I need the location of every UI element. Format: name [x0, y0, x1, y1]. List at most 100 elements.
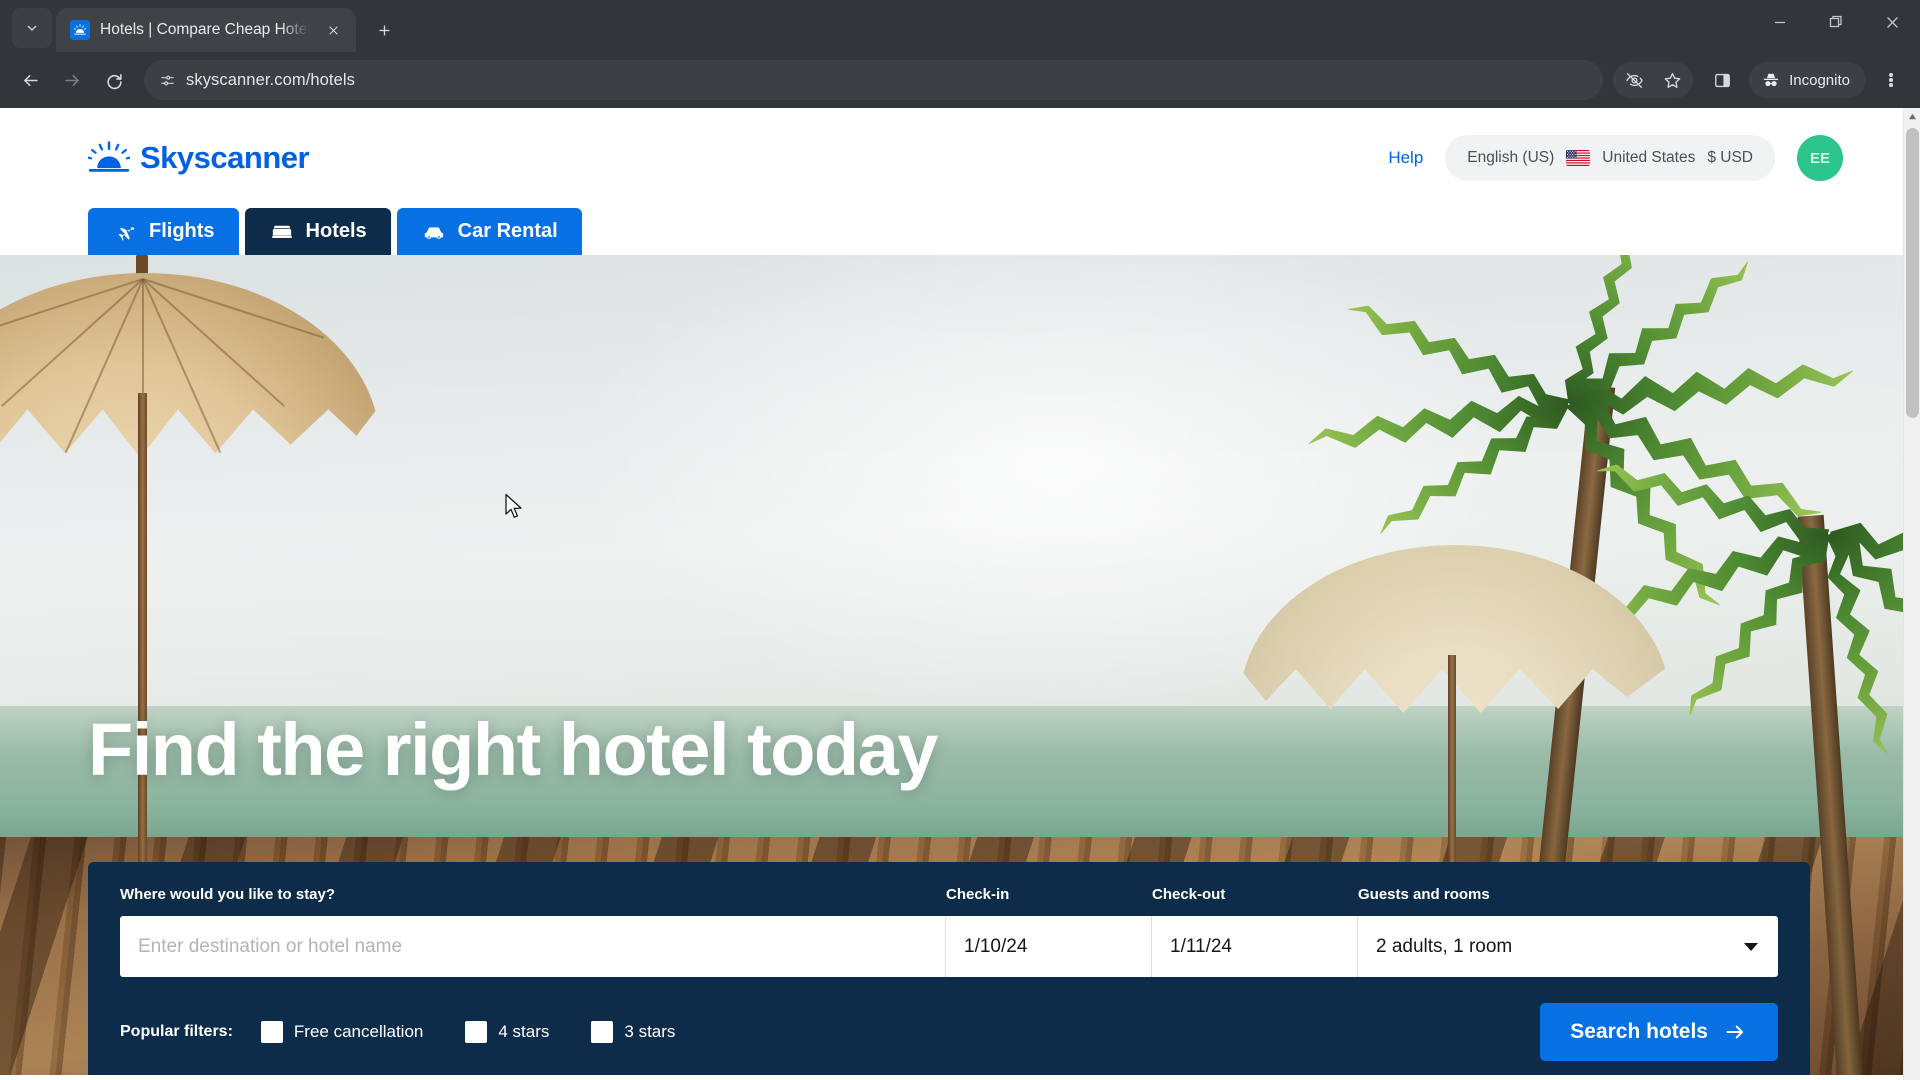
language-label: English (US): [1467, 149, 1555, 166]
tab-label: Car Rental: [457, 220, 558, 242]
new-tab-button[interactable]: [366, 12, 402, 48]
kebab-menu-icon: [1889, 71, 1893, 88]
checkin-label: Check-in: [946, 886, 1010, 903]
toolbar-icon-group: [1613, 62, 1694, 98]
popular-filters-row: Popular filters: Free cancellation 4 sta…: [120, 1003, 1778, 1061]
filter-free-cancellation[interactable]: Free cancellation: [260, 1021, 424, 1043]
tab-label: Flights: [149, 220, 215, 242]
browser-window: Hotels | Compare Cheap Hotel skyscanner.…: [0, 0, 1920, 1080]
browser-tab[interactable]: Hotels | Compare Cheap Hotel: [56, 8, 356, 52]
reload-icon: [106, 73, 122, 89]
hero-headline: Find the right hotel today: [88, 708, 938, 791]
reload-button[interactable]: [94, 60, 134, 100]
minimize-button[interactable]: [1752, 0, 1808, 44]
filter-4-stars[interactable]: 4 stars: [465, 1021, 549, 1043]
checkbox-icon[interactable]: [465, 1021, 488, 1043]
user-avatar[interactable]: EE: [1797, 135, 1843, 181]
chevron-down-icon: [27, 25, 37, 32]
guests-value: 2 adults, 1 room: [1376, 935, 1513, 957]
vertical-nav-tabs: Flights Hotels Car Rental: [0, 208, 1903, 255]
search-field-labels: Where would you like to stay? Check-in C…: [120, 886, 1778, 903]
destination-field[interactable]: [120, 916, 946, 977]
checkbox-icon[interactable]: [591, 1021, 614, 1043]
checkout-label: Check-out: [1152, 886, 1226, 903]
restore-icon: [1829, 15, 1842, 28]
incognito-hat-icon: [1763, 73, 1779, 87]
tab-label: Hotels: [305, 220, 367, 242]
tab-close-button[interactable]: [320, 17, 346, 43]
bookmark-button[interactable]: [1653, 62, 1691, 98]
currency-label: $ USD: [1707, 149, 1753, 166]
toolbar-right-actions: Incognito: [1613, 60, 1910, 100]
incognito-label: Incognito: [1789, 71, 1850, 89]
search-fields-row: 1/10/24 1/11/24 2 adults, 1 room: [120, 916, 1778, 977]
skyscanner-logo[interactable]: Skyscanner: [88, 140, 310, 176]
scrollbar-up-button[interactable]: [1904, 108, 1920, 125]
car-icon: [424, 226, 443, 239]
arrow-right-icon: [64, 74, 79, 86]
bed-icon: [271, 225, 292, 238]
triangle-up-icon: [1908, 113, 1916, 120]
side-panel-icon: [1714, 73, 1730, 87]
back-button[interactable]: [10, 60, 50, 100]
plus-icon: [379, 25, 389, 35]
browser-toolbar: skyscanner.com/hotels Incognito: [0, 52, 1920, 108]
checkin-field[interactable]: 1/10/24: [946, 916, 1152, 977]
checkout-field[interactable]: 1/11/24: [1152, 916, 1358, 977]
arrow-left-icon: [23, 74, 38, 86]
arrow-right-icon: [1726, 1025, 1744, 1039]
minimize-icon: [1775, 21, 1785, 24]
side-panel-button[interactable]: [1703, 62, 1741, 98]
checkin-value: 1/10/24: [964, 935, 1028, 957]
filter-label: 4 stars: [498, 1022, 550, 1041]
checkbox-icon[interactable]: [260, 1021, 283, 1043]
guests-rooms-field[interactable]: 2 adults, 1 room: [1358, 916, 1778, 977]
guests-label: Guests and rooms: [1358, 886, 1490, 903]
tab-flights[interactable]: Flights: [88, 208, 239, 255]
address-bar[interactable]: skyscanner.com/hotels: [144, 60, 1604, 100]
checkout-value: 1/11/24: [1170, 935, 1232, 957]
tab-car-rental[interactable]: Car Rental: [396, 208, 582, 255]
browser-menu-button[interactable]: [1872, 60, 1910, 100]
site-header: Skyscanner Help English (US) United Stat…: [0, 108, 1903, 208]
forward-button[interactable]: [52, 60, 92, 100]
close-icon: [328, 25, 338, 35]
skyscanner-sun-icon: [70, 20, 90, 40]
search-hotels-button[interactable]: Search hotels: [1540, 1003, 1778, 1061]
destination-input[interactable]: [138, 935, 927, 958]
tab-hotels[interactable]: Hotels: [244, 208, 391, 255]
scrollbar-thumb[interactable]: [1906, 128, 1919, 418]
search-button-label: Search hotels: [1570, 1020, 1708, 1043]
incognito-indicator[interactable]: Incognito: [1749, 62, 1866, 98]
logo-text: Skyscanner: [140, 140, 310, 175]
header-actions: Help English (US) United States $ USD EE: [1388, 135, 1843, 181]
close-icon: [1886, 16, 1898, 28]
tracking-protection-button[interactable]: [1615, 62, 1653, 98]
sunrise-rays-icon: [88, 141, 130, 172]
caret-down-icon: [1744, 942, 1758, 951]
page-scrollbar[interactable]: [1903, 108, 1920, 1080]
tune-settings-icon[interactable]: [152, 65, 182, 95]
help-link[interactable]: Help: [1388, 148, 1423, 168]
page-viewport: Skyscanner Help English (US) United Stat…: [0, 108, 1920, 1080]
hotel-search-panel: Where would you like to stay? Check-in C…: [88, 862, 1810, 1075]
filter-3-stars[interactable]: 3 stars: [591, 1021, 675, 1043]
window-controls: [1752, 0, 1920, 44]
tab-strip: Hotels | Compare Cheap Hotel: [0, 0, 1920, 52]
tab-search-button[interactable]: [12, 8, 52, 48]
filter-label: Free cancellation: [293, 1022, 424, 1041]
airplane-icon: [118, 226, 135, 241]
locale-currency-selector[interactable]: English (US) United States $ USD: [1445, 135, 1775, 181]
hero-banner: Find the right hotel today Where would y…: [0, 255, 1903, 1075]
star-icon: [1664, 72, 1680, 88]
country-label: United States: [1602, 149, 1696, 166]
close-window-button[interactable]: [1864, 0, 1920, 44]
filter-label: 3 stars: [624, 1022, 676, 1041]
popular-filters-label: Popular filters:: [120, 1023, 233, 1040]
maximize-button[interactable]: [1808, 0, 1864, 44]
url-text: skyscanner.com/hotels: [186, 70, 356, 89]
tab-title: Hotels | Compare Cheap Hotel: [100, 21, 310, 38]
eye-off-icon: [1625, 72, 1643, 88]
destination-label: Where would you like to stay?: [120, 886, 336, 903]
us-flag-icon: [1566, 150, 1591, 166]
